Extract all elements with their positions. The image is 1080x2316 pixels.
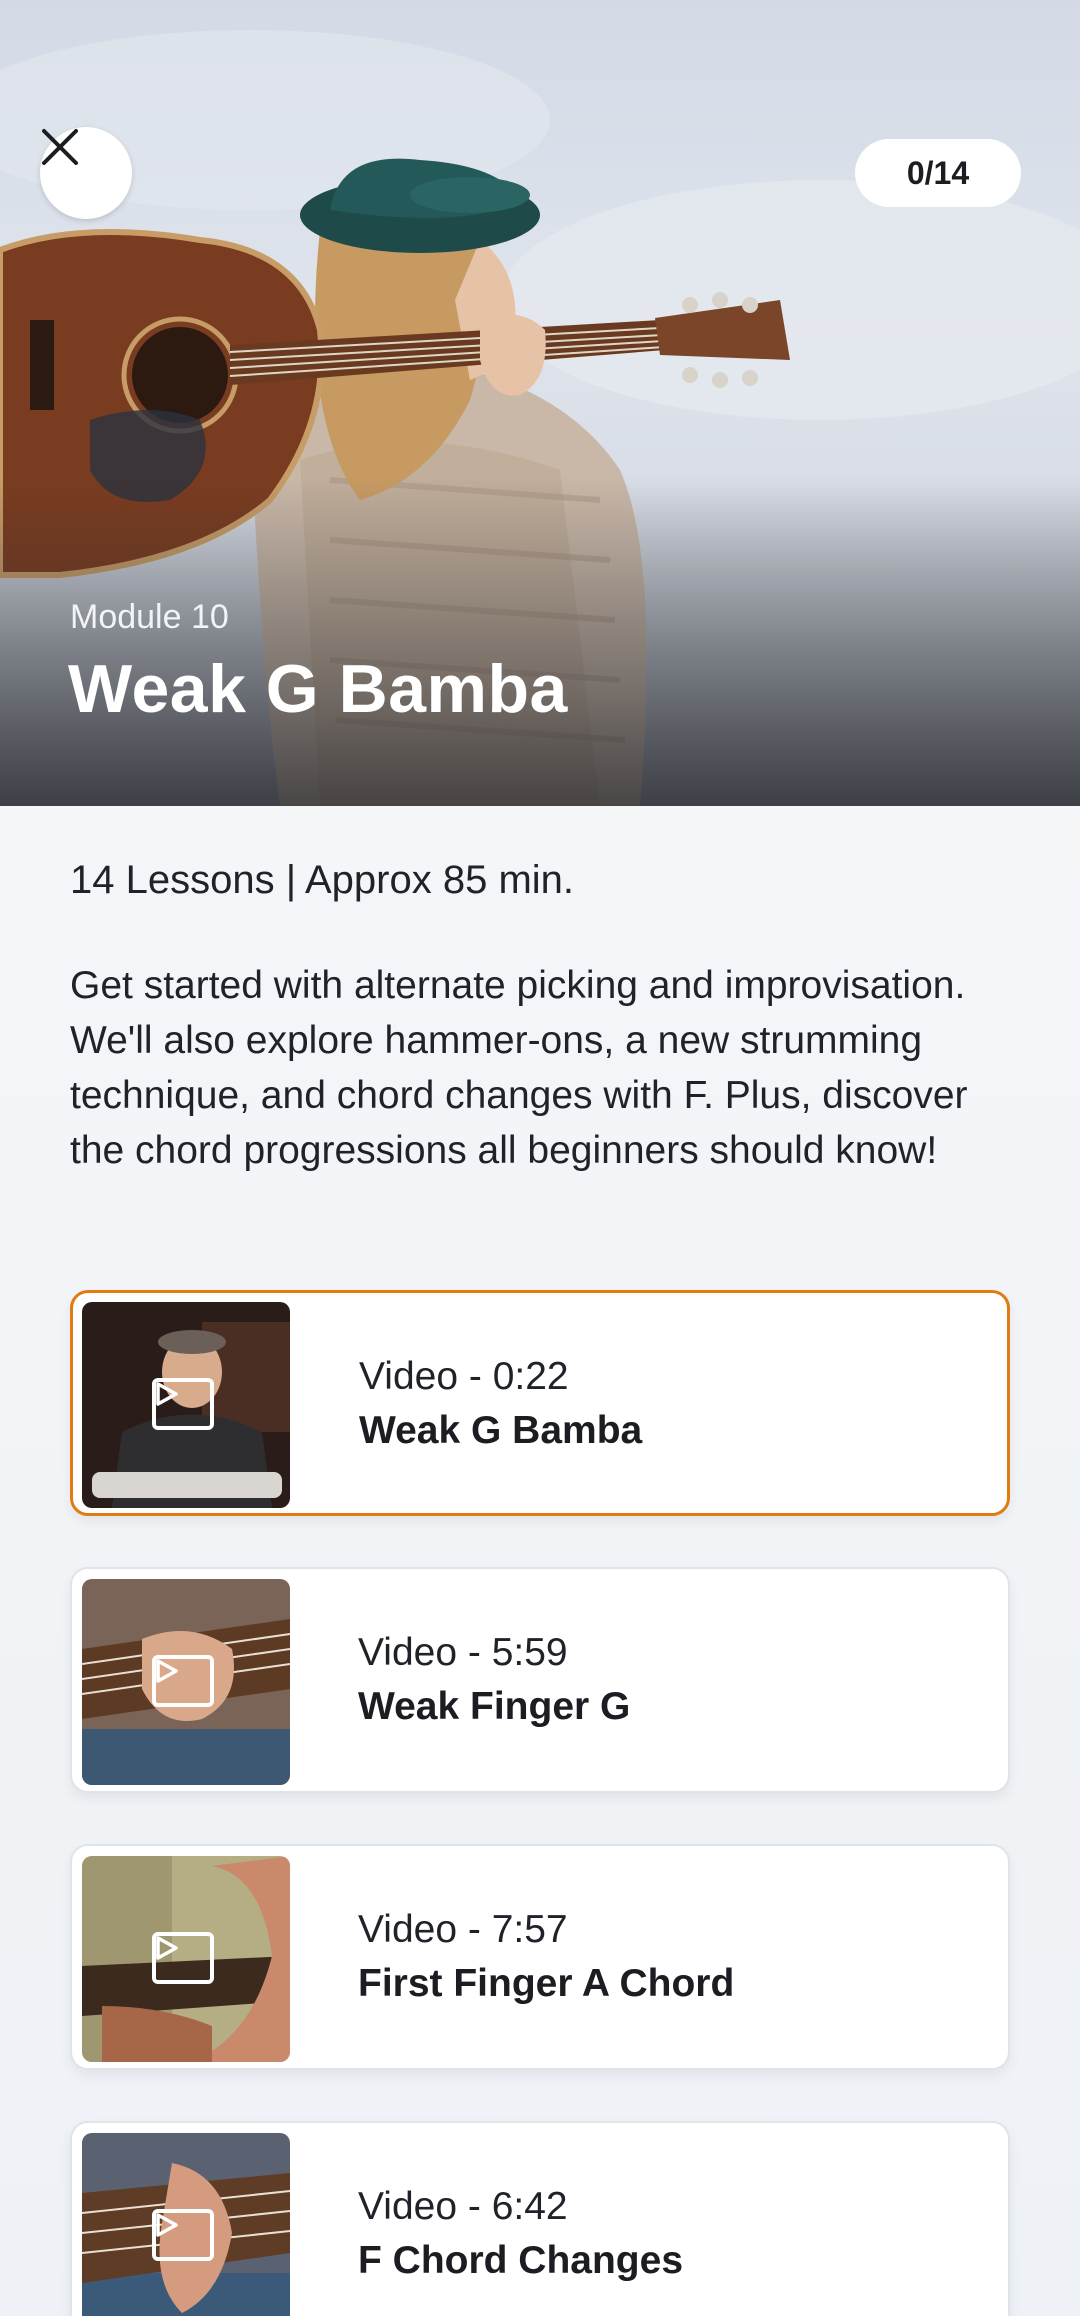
- play-icon: [152, 1932, 214, 1984]
- lesson-type: Video - 0:22: [359, 1355, 569, 1398]
- lesson-thumbnail: [82, 1856, 290, 2062]
- play-icon: [152, 1378, 214, 1430]
- module-screen: 0/14 Module 10 Weak G Bamba 14 Lessons |…: [0, 0, 1080, 2316]
- lesson-thumbnail: [82, 1579, 290, 1785]
- progress-badge: 0/14: [855, 139, 1021, 207]
- close-icon: [42, 129, 78, 165]
- play-icon: [152, 1655, 214, 1707]
- lesson-title: Weak Finger G: [358, 1685, 631, 1728]
- lesson-thumbnail: [82, 1302, 290, 1508]
- lesson-title: Weak G Bamba: [359, 1409, 643, 1452]
- module-meta: 14 Lessons | Approx 85 min.: [70, 858, 575, 902]
- module-label: Module 10: [70, 598, 229, 636]
- lesson-thumbnail: [82, 2133, 290, 2316]
- module-title: Weak G Bamba: [68, 651, 568, 727]
- lesson-type: Video - 7:57: [358, 1908, 568, 1951]
- lesson-card[interactable]: Video - 6:42 F Chord Changes: [70, 2121, 1010, 2316]
- lesson-card[interactable]: Video - 7:57 First Finger A Chord: [70, 1844, 1010, 2070]
- lesson-title: F Chord Changes: [358, 2239, 684, 2282]
- lesson-type: Video - 6:42: [358, 2185, 568, 2228]
- lesson-type: Video - 5:59: [358, 1631, 568, 1674]
- lesson-card[interactable]: Video - 5:59 Weak Finger G: [70, 1567, 1010, 1793]
- close-button[interactable]: [40, 127, 132, 219]
- hero-gradient: [0, 476, 1080, 806]
- lesson-card[interactable]: Video - 0:22 Weak G Bamba: [70, 1290, 1010, 1516]
- play-icon: [152, 2209, 214, 2261]
- hero-image: 0/14 Module 10 Weak G Bamba: [0, 0, 1080, 806]
- module-description: Get started with alternate picking and i…: [70, 964, 968, 1172]
- lesson-title: First Finger A Chord: [358, 1962, 735, 2005]
